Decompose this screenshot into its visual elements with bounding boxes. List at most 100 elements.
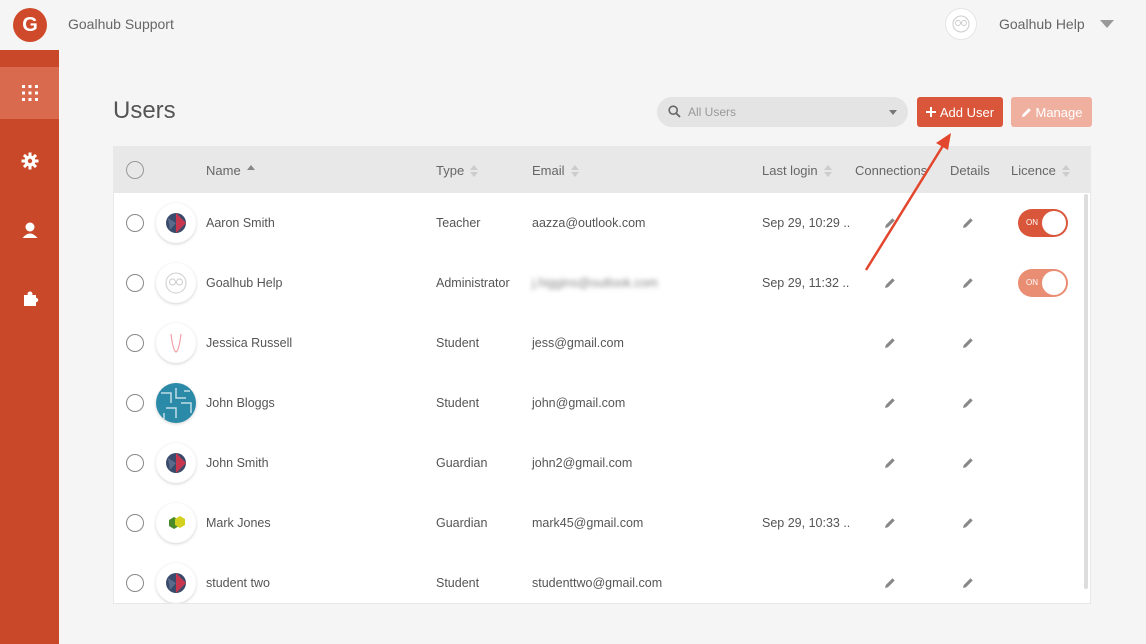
top-bar: G Goalhub Support Goalhub Help: [0, 0, 1146, 50]
row-select-radio[interactable]: [126, 574, 144, 592]
user-name[interactable]: John Bloggs: [206, 396, 275, 410]
user-last-login: Sep 29, 10:33 ..: [762, 516, 851, 530]
edit-connections-icon[interactable]: [884, 457, 896, 469]
edit-details-icon[interactable]: [962, 217, 974, 229]
select-all-radio[interactable]: [126, 161, 144, 179]
line-avatar-icon: [170, 333, 182, 353]
column-licence[interactable]: Licence: [1011, 163, 1070, 178]
avatar: [156, 443, 196, 483]
table-row[interactable]: John Bloggs Student john@gmail.com: [114, 373, 1084, 433]
column-type-label: Type: [436, 163, 465, 178]
user-type: Student: [436, 396, 480, 410]
owl-avatar-icon: [165, 272, 187, 294]
row-select-radio[interactable]: [126, 274, 144, 292]
avatar: [156, 203, 196, 243]
search-icon: [668, 105, 681, 118]
toggle-knob: [1042, 271, 1066, 295]
edit-connections-icon[interactable]: [884, 277, 896, 289]
toggle-knob: [1042, 211, 1066, 235]
toggle-label: ON: [1026, 218, 1038, 227]
pattern-avatar-icon: [161, 388, 192, 419]
user-name[interactable]: Goalhub Help: [206, 276, 282, 290]
avatar: [156, 323, 196, 363]
column-connections: Connections: [855, 163, 927, 178]
licence-toggle[interactable]: ON: [1018, 269, 1068, 297]
user-email: john@gmail.com: [532, 396, 626, 410]
column-name-label: Name: [206, 163, 241, 178]
edit-details-icon[interactable]: [962, 577, 974, 589]
user-type: Guardian: [436, 456, 488, 470]
sidebar-item-users[interactable]: [0, 204, 59, 256]
column-email-label: Email: [532, 163, 565, 178]
avatar: [156, 263, 196, 303]
edit-connections-icon[interactable]: [884, 397, 896, 409]
row-select-radio[interactable]: [126, 334, 144, 352]
edit-connections-icon[interactable]: [884, 217, 896, 229]
add-user-label: Add User: [939, 104, 995, 120]
geometric-avatar-icon: [166, 453, 186, 473]
row-select-radio[interactable]: [126, 514, 144, 532]
user-last-login: Sep 29, 11:32 ..: [762, 276, 850, 290]
table-scrollbar[interactable]: [1084, 194, 1088, 589]
edit-connections-icon[interactable]: [884, 337, 896, 349]
user-name[interactable]: Aaron Smith: [206, 216, 275, 230]
licence-toggle[interactable]: ON: [1018, 209, 1068, 237]
add-user-button[interactable]: Add User: [917, 97, 1003, 127]
edit-details-icon[interactable]: [962, 397, 974, 409]
user-icon: [22, 222, 37, 238]
sidebar-item-integrations[interactable]: [0, 272, 59, 324]
avatar: [156, 563, 196, 603]
geometric-avatar-icon: [166, 213, 186, 233]
sort-asc-icon: [246, 164, 255, 177]
user-email: jess@gmail.com: [532, 336, 624, 350]
edit-details-icon[interactable]: [962, 277, 974, 289]
user-email: studenttwo@gmail.com: [532, 576, 663, 590]
column-type[interactable]: Type: [436, 163, 479, 178]
table-row[interactable]: Goalhub Help Administrator j.higgins@out…: [114, 253, 1084, 313]
puzzle-icon: [23, 291, 38, 306]
user-name[interactable]: student two: [206, 576, 270, 590]
edit-connections-icon[interactable]: [884, 577, 896, 589]
column-email[interactable]: Email: [532, 163, 579, 178]
table-row[interactable]: Aaron Smith Teacher aazza@outlook.com Se…: [114, 193, 1084, 253]
user-filter-select[interactable]: All Users: [657, 97, 908, 127]
table-row[interactable]: John Smith Guardian john2@gmail.com: [114, 433, 1084, 493]
edit-details-icon[interactable]: [962, 337, 974, 349]
row-select-radio[interactable]: [126, 214, 144, 232]
edit-details-icon[interactable]: [962, 517, 974, 529]
user-email: john2@gmail.com: [532, 456, 633, 470]
user-email: j.higgins@outlook.com: [532, 276, 658, 290]
app-logo[interactable]: G: [13, 8, 47, 42]
avatar: [156, 503, 196, 543]
account-avatar[interactable]: [945, 8, 977, 40]
account-dropdown-icon[interactable]: [1100, 20, 1114, 28]
edit-details-icon[interactable]: [962, 457, 974, 469]
sort-icon: [823, 164, 832, 177]
row-select-radio[interactable]: [126, 394, 144, 412]
column-licence-label: Licence: [1011, 163, 1056, 178]
manage-label: Manage: [1035, 104, 1083, 120]
row-select-radio[interactable]: [126, 454, 144, 472]
user-type: Student: [436, 576, 480, 590]
sort-icon: [470, 164, 479, 177]
column-name[interactable]: Name: [206, 163, 255, 178]
column-details: Details: [950, 163, 990, 178]
user-type: Student: [436, 336, 480, 350]
manage-button[interactable]: Manage: [1011, 97, 1092, 127]
sidebar-item-dashboard[interactable]: [0, 67, 59, 119]
table-row[interactable]: student two Student studenttwo@gmail.com: [114, 553, 1084, 603]
column-last-login[interactable]: Last login: [762, 163, 832, 178]
table-row[interactable]: Mark Jones Guardian mark45@gmail.com Sep…: [114, 493, 1084, 553]
sidebar-item-settings[interactable]: [0, 135, 59, 187]
toggle-label: ON: [1026, 278, 1038, 287]
table-row[interactable]: Jessica Russell Student jess@gmail.com: [114, 313, 1084, 373]
user-name[interactable]: Mark Jones: [206, 516, 271, 530]
users-table: Name Type Email Last login Connections D…: [113, 146, 1091, 604]
grid-icon: [21, 85, 38, 101]
user-name[interactable]: Jessica Russell: [206, 336, 292, 350]
edit-connections-icon[interactable]: [884, 517, 896, 529]
hexagon-avatar-icon: [169, 516, 185, 529]
user-name[interactable]: John Smith: [206, 456, 269, 470]
search-placeholder: All Users: [688, 105, 737, 119]
account-name[interactable]: Goalhub Help: [999, 16, 1085, 32]
